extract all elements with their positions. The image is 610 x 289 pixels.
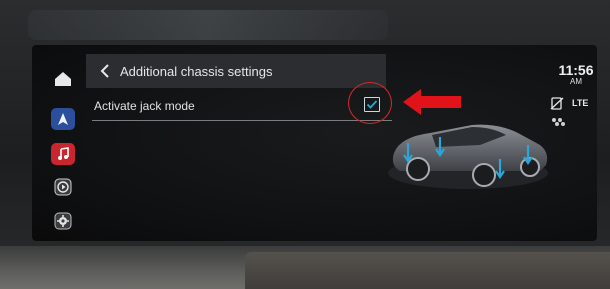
back-button[interactable]: [92, 54, 118, 88]
navigation-button[interactable]: [51, 108, 75, 130]
clock-time: 11:56: [558, 62, 594, 78]
dashboard-panel: [245, 252, 610, 289]
screen-glare: [28, 10, 388, 40]
network-indicator: LTE: [572, 98, 589, 108]
music-button[interactable]: [51, 143, 75, 165]
row-divider: [92, 120, 392, 121]
navigation-icon: [58, 113, 68, 125]
highlight-arrow-icon: [403, 89, 461, 115]
carplay-button[interactable]: [51, 176, 75, 198]
home-button[interactable]: [51, 68, 75, 90]
music-icon: [58, 147, 69, 160]
jack-mode-row[interactable]: Activate jack mode: [86, 91, 390, 120]
settings-button[interactable]: [51, 210, 75, 232]
jack-mode-label: Activate jack mode: [94, 98, 195, 113]
settings-icon: [54, 212, 72, 230]
carplay-icon: [54, 178, 72, 196]
car-illustration: [388, 124, 548, 189]
settings-header: Additional chassis settings: [86, 54, 386, 88]
no-sim-icon: [550, 97, 564, 110]
clock-ampm: AM: [570, 77, 582, 86]
home-icon: [55, 72, 71, 86]
chevron-left-icon: [100, 64, 109, 78]
page-title: Additional chassis settings: [120, 63, 273, 79]
